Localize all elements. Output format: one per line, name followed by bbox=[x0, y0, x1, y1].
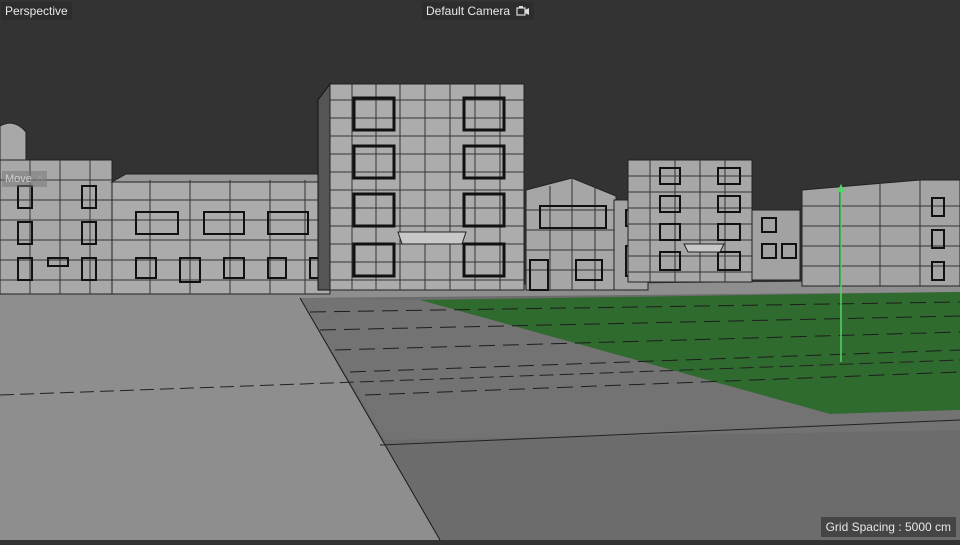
building-low-long bbox=[110, 173, 331, 295]
tool-label: Move bbox=[5, 173, 32, 185]
building-tall bbox=[317, 82, 525, 291]
view-mode-label[interactable]: Perspective bbox=[1, 2, 72, 20]
move-tool-hint[interactable]: Move ✕ bbox=[2, 171, 48, 187]
grid-spacing-readout: Grid Spacing : 5000 cm bbox=[820, 517, 956, 537]
camera-name: Default Camera bbox=[426, 4, 511, 18]
close-icon[interactable]: ✕ bbox=[36, 171, 44, 187]
camera-icon[interactable] bbox=[516, 5, 530, 17]
building-right bbox=[801, 179, 960, 287]
camera-selector[interactable]: Default Camera bbox=[422, 2, 535, 20]
ground bbox=[0, 280, 960, 541]
3d-viewport[interactable]: Perspective Default Camera Move ✕ Grid S… bbox=[0, 0, 960, 541]
scene-canvas[interactable] bbox=[0, 0, 960, 541]
